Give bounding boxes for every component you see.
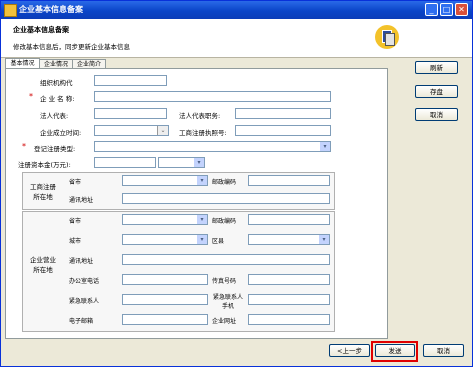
g2-email-input[interactable] xyxy=(122,314,208,325)
g2-address-input[interactable] xyxy=(122,254,330,265)
prev-button[interactable]: <上一步 xyxy=(329,344,370,357)
legal-title-label: 法人代表职务: xyxy=(179,112,221,120)
header-subtitle: 修改基本信息后，同步更新企业基本信息 xyxy=(13,43,130,51)
g1-postcode-label: 邮政编码 xyxy=(212,179,237,186)
main-window: 企业基本信息备案 _ □ ✕ 企业基本信息备案 修改基本信息后，同步更新企业基本… xyxy=(0,0,473,367)
license-input[interactable] xyxy=(235,125,331,136)
required-mark: * xyxy=(29,92,33,101)
app-icon xyxy=(4,4,17,17)
g2-province-label: 省市 xyxy=(69,218,82,225)
g1-province-label: 省市 xyxy=(69,179,82,186)
org-code-label: 组织机构代 xyxy=(40,79,73,87)
g2-postcode-input[interactable] xyxy=(248,214,330,225)
g2-fax-label: 传真号码 xyxy=(212,278,237,285)
g2-address-label: 通讯地址 xyxy=(69,258,94,265)
form-panel: 组织机构代 * 企 业 名 称: 法人代表: 法人代表职务: 企业成立时间: ⌄… xyxy=(5,68,388,339)
g2-postcode-label: 邮政编码 xyxy=(212,218,237,225)
close-button[interactable]: ✕ xyxy=(455,3,468,16)
group2-title: 企业营业所在地 xyxy=(30,256,56,274)
g2-fax-input[interactable] xyxy=(248,274,330,285)
g1-address-input[interactable] xyxy=(122,193,330,204)
chevron-down-icon[interactable]: ⌄ xyxy=(157,126,168,135)
reg-type-select[interactable]: ▾ xyxy=(94,141,331,152)
reg-capital-input[interactable] xyxy=(94,157,156,168)
business-address-group: 企业营业所在地 省市 ▾ 邮政编码 城市 ▾ 区县 ▾ 通讯地址 办公室电话 传… xyxy=(22,211,335,332)
g2-district-select[interactable]: ▾ xyxy=(248,234,330,245)
legal-rep-input[interactable] xyxy=(94,108,167,119)
license-label: 工商注册执照号: xyxy=(179,129,227,137)
minimize-button[interactable]: _ xyxy=(425,3,438,16)
legal-rep-label: 法人代表: xyxy=(40,112,69,120)
g1-postcode-input[interactable] xyxy=(248,175,330,186)
highlight-box xyxy=(371,341,418,362)
company-name-input[interactable] xyxy=(94,91,331,102)
g2-contact-mobile-input[interactable] xyxy=(248,294,330,305)
cancel-button[interactable]: 取消 xyxy=(423,344,464,357)
legal-title-input[interactable] xyxy=(235,108,331,119)
g2-city-select[interactable]: ▾ xyxy=(122,234,208,245)
chevron-down-icon[interactable]: ▾ xyxy=(197,215,207,224)
logo-doc-2 xyxy=(385,33,395,46)
maximize-button[interactable]: □ xyxy=(440,3,453,16)
reg-capital-label: 注册资本金(万元): xyxy=(18,161,71,169)
document-logo-icon xyxy=(375,25,399,49)
est-date-picker[interactable]: ⌄ xyxy=(94,125,169,136)
g2-district-label: 区县 xyxy=(212,238,225,245)
g2-contact-mobile-label: 紧急联系人手机 xyxy=(212,294,243,310)
g2-contact-label: 紧急联系人 xyxy=(69,298,100,305)
header-banner: 企业基本信息备案 修改基本信息后，同步更新企业基本信息 xyxy=(1,19,472,58)
chevron-down-icon[interactable]: ▾ xyxy=(197,235,207,244)
chevron-down-icon[interactable]: ▾ xyxy=(194,158,204,167)
est-date-label: 企业成立时间: xyxy=(40,129,82,137)
g1-province-select[interactable]: ▾ xyxy=(122,175,208,186)
g2-province-select[interactable]: ▾ xyxy=(122,214,208,225)
cancel-side-button[interactable]: 取消 xyxy=(415,108,458,121)
g2-email-label: 电子邮箱 xyxy=(69,318,94,325)
chevron-down-icon[interactable]: ▾ xyxy=(320,142,330,151)
chevron-down-icon[interactable]: ▾ xyxy=(197,176,207,185)
org-code-input[interactable] xyxy=(94,75,167,86)
chevron-down-icon[interactable]: ▾ xyxy=(319,235,329,244)
g2-contact-input[interactable] xyxy=(122,294,208,305)
g2-city-label: 城市 xyxy=(69,238,82,245)
required-mark: * xyxy=(22,142,26,151)
group1-title: 工商注册所在地 xyxy=(30,183,56,201)
g2-website-input[interactable] xyxy=(248,314,330,325)
g2-phone-input[interactable] xyxy=(122,274,208,285)
title-bar: 企业基本信息备案 _ □ ✕ xyxy=(1,1,472,19)
name-label: 企 业 名 称: xyxy=(40,95,75,103)
g1-address-label: 通讯地址 xyxy=(69,197,94,204)
currency-select[interactable]: ▾ xyxy=(158,157,205,168)
save-button[interactable]: 存盘 xyxy=(415,85,458,98)
window-title: 企业基本信息备案 xyxy=(19,5,83,14)
reg-type-label: 登记注册类型: xyxy=(34,145,76,153)
refresh-button[interactable]: 刷新 xyxy=(415,61,458,74)
g2-website-label: 企业网址 xyxy=(212,318,237,325)
registered-address-group: 工商注册所在地 省市 ▾ 邮政编码 通讯地址 xyxy=(22,172,335,210)
g2-phone-label: 办公室电话 xyxy=(69,278,100,285)
header-title: 企业基本信息备案 xyxy=(13,26,69,34)
